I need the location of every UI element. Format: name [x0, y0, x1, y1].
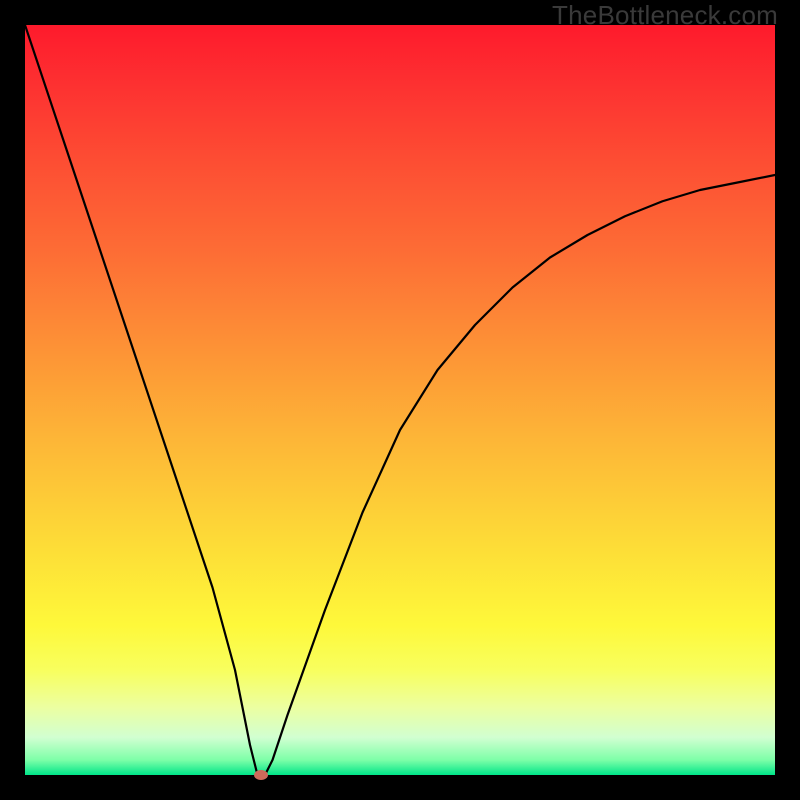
chart-gradient-background: [25, 25, 775, 775]
watermark-text: TheBottleneck.com: [552, 0, 778, 31]
